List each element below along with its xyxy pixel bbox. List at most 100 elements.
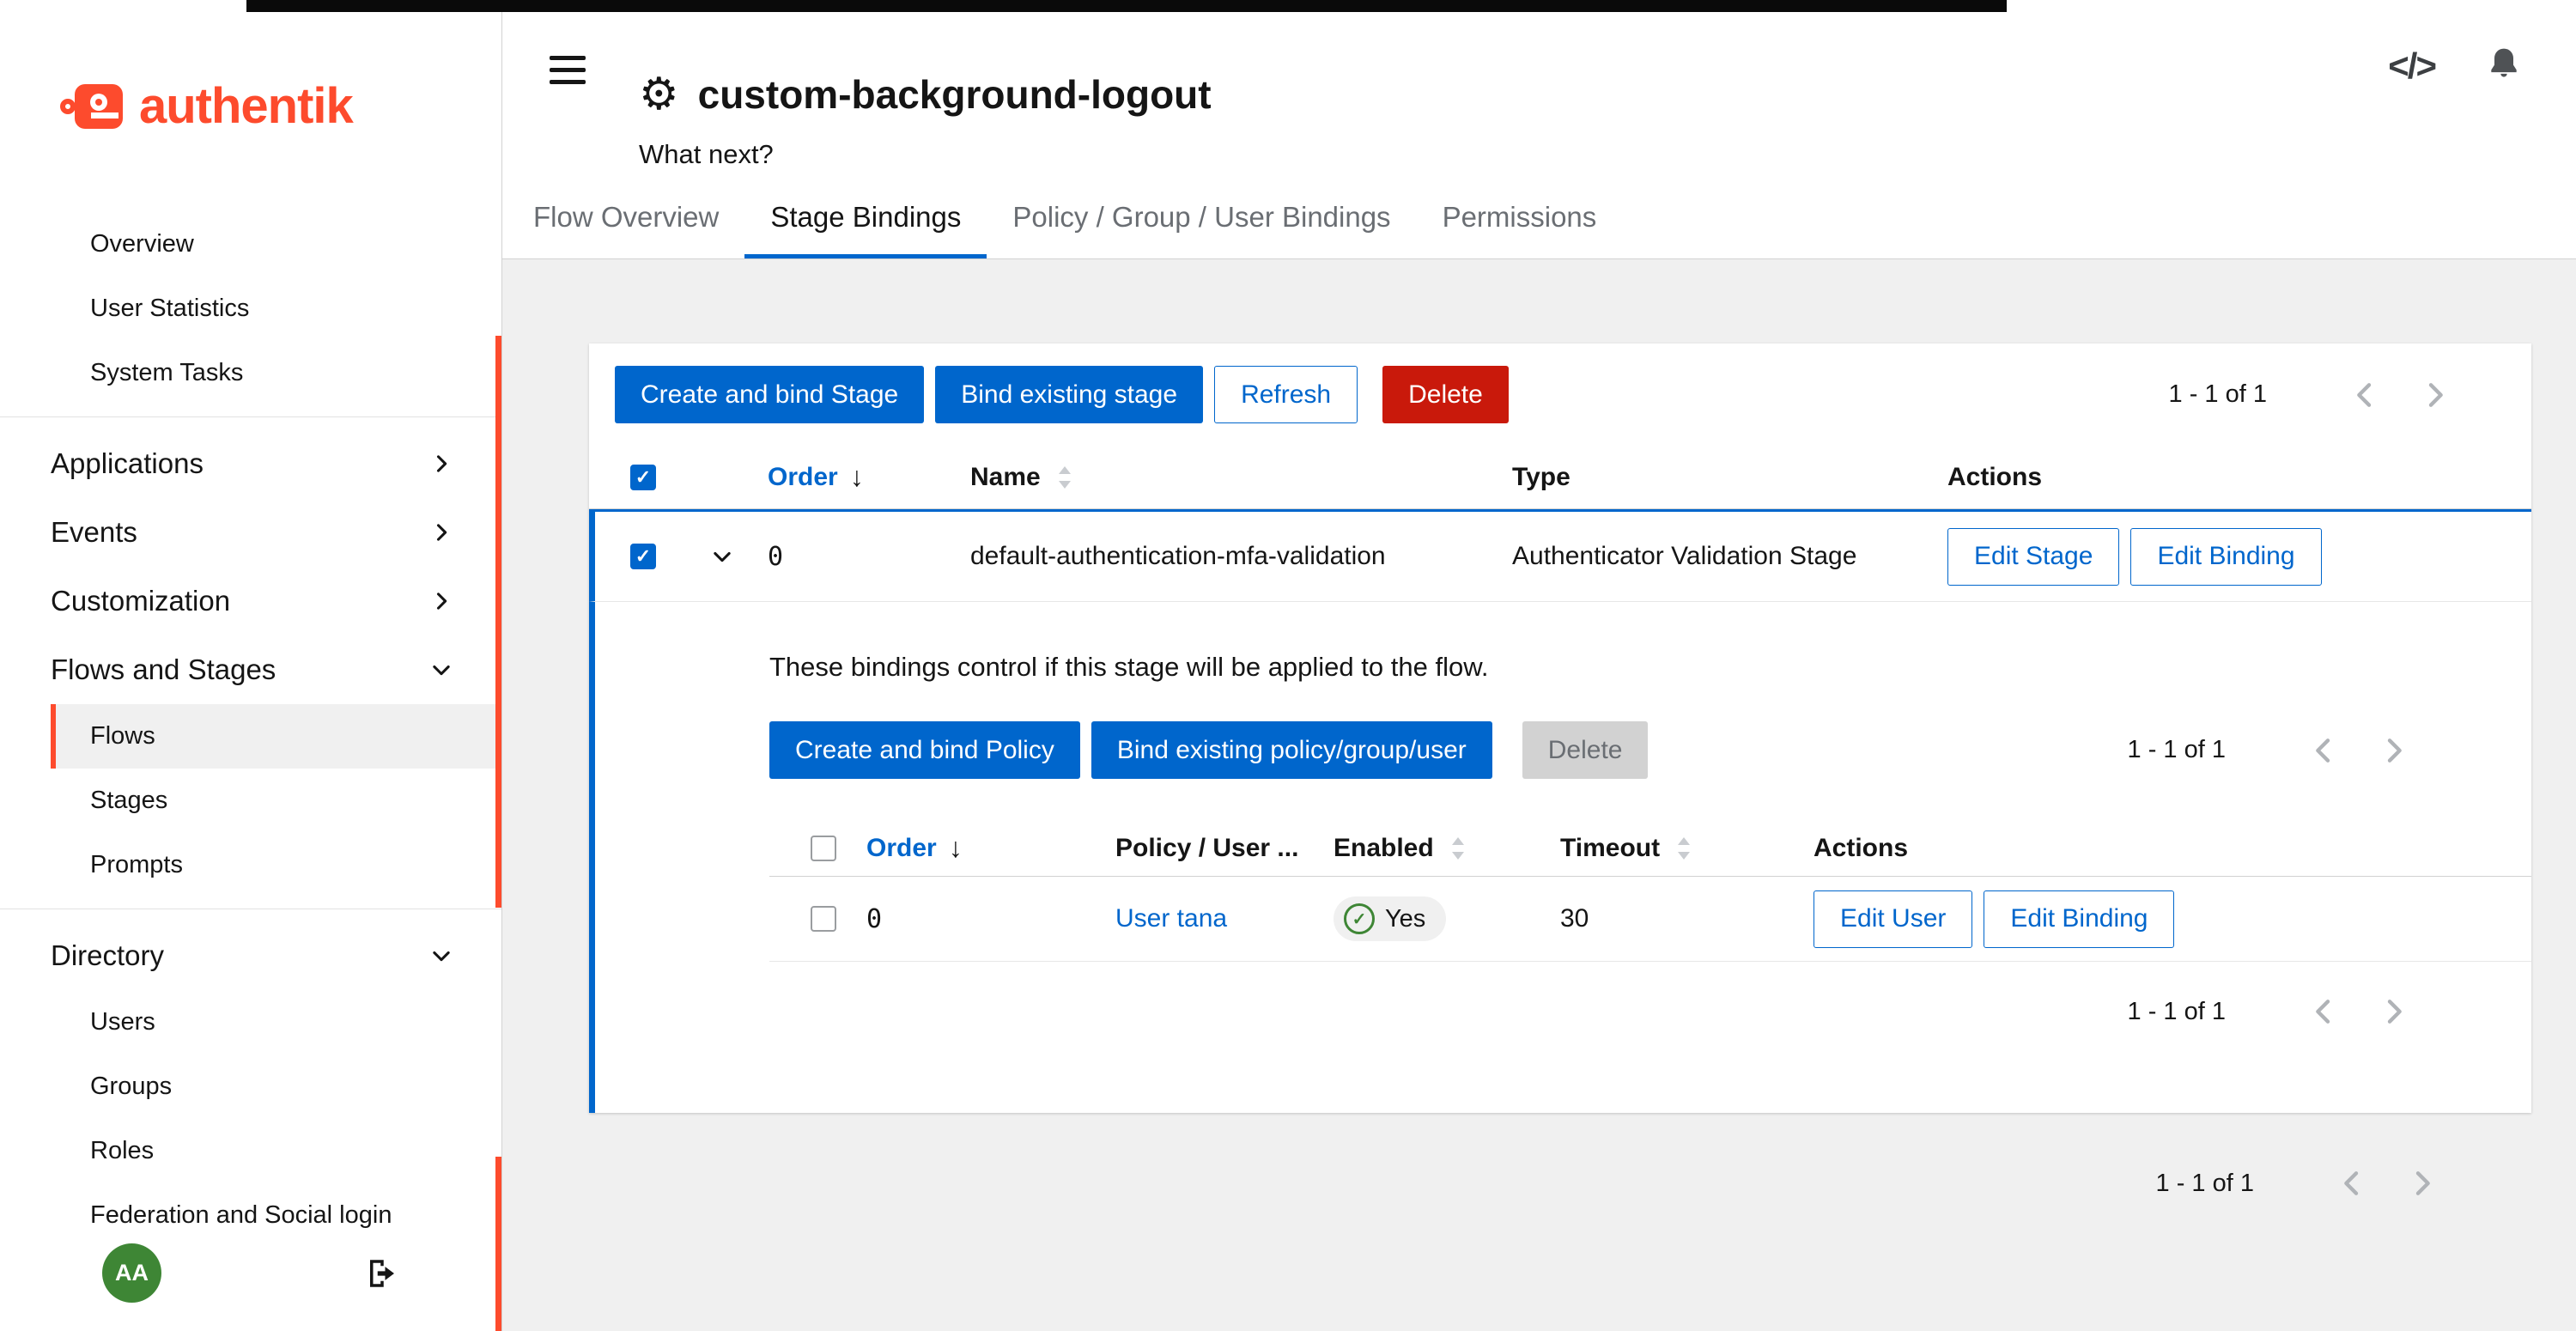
sidebar-item-user-statistics[interactable]: User Statistics [0,277,501,341]
policy-bindings-description: These bindings control if this stage wil… [769,652,2531,683]
sidebar-item-prompts[interactable]: Prompts [0,833,501,897]
refresh-button[interactable]: Refresh [1214,366,1358,423]
select-all-checkbox[interactable]: ✓ [811,836,836,861]
column-label: Order [768,463,838,492]
tab-stage-bindings[interactable]: Stage Bindings [744,201,987,258]
column-header-timeout[interactable]: Timeout [1560,834,1814,863]
divider [0,416,501,417]
edit-stage-button[interactable]: Edit Stage [1947,528,2119,586]
pagination-prev-icon[interactable] [2348,378,2382,412]
sidebar-nav: Overview User Statistics System Tasks Ap… [0,212,501,1248]
column-header-name[interactable]: Name [970,463,1512,492]
pagination-text: 1 - 1 of 1 [2169,380,2267,409]
page-title: custom-background-logout [698,73,1212,117]
pagination: 1 - 1 of 1 [2169,378,2452,412]
stage-table-header: ✓ Order ↓ Name Type Actions [589,446,2531,509]
sidebar-item-flows[interactable]: Flows [51,704,501,769]
sidebar-item-label: Prompts [90,851,183,879]
row-checkbox[interactable]: ✓ [811,906,836,932]
create-and-bind-stage-button[interactable]: Create and bind Stage [615,366,924,423]
pagination-next-icon[interactable] [2377,733,2411,768]
sidebar-item-federation-and-social-login[interactable]: Federation and Social login [0,1183,501,1248]
edit-binding-button[interactable]: Edit Binding [1984,890,2174,948]
pagination: 1 - 1 of 1 [2128,733,2411,768]
row-expander-icon[interactable] [710,544,768,568]
sidebar-item-label: Groups [90,1073,172,1101]
pagination-prev-icon[interactable] [2335,1166,2369,1200]
column-label: Order [866,834,937,863]
create-and-bind-policy-button[interactable]: Create and bind Policy [769,721,1080,779]
select-all-checkbox[interactable]: ✓ [630,465,656,490]
enabled-status-badge: ✓ Yes [1334,896,1446,941]
pagination-next-icon[interactable] [2377,994,2411,1029]
sidebar-section-applications[interactable]: Applications [0,429,501,498]
expanded-policy-bindings: These bindings control if this stage wil… [589,602,2531,1113]
window-title-bar [246,0,2007,12]
sidebar: authentik Overview User Statistics Syste… [0,12,502,1331]
delete-button[interactable]: Delete [1382,366,1509,423]
pagination-next-icon[interactable] [2405,1166,2439,1200]
sidebar-item-groups[interactable]: Groups [0,1054,501,1119]
row-name-value: default-authentication-mfa-validation [970,542,1512,571]
edit-binding-button[interactable]: Edit Binding [2130,528,2321,586]
chevron-right-icon [429,452,453,476]
chevron-down-icon [429,658,453,682]
column-header-policy-user: Policy / User ... [1115,834,1334,863]
column-header-order[interactable]: Order ↓ [866,832,1115,864]
sidebar-section-flows-and-stages[interactable]: Flows and Stages [0,635,501,704]
sidebar-item-label: Federation and Social login [90,1201,392,1230]
sidebar-section-directory[interactable]: Directory [0,921,501,990]
column-label: Policy / User ... [1115,834,1298,863]
stage-bindings-toolbar: Create and bind Stage Bind existing stag… [589,343,2531,446]
sidebar-item-label: Overview [90,230,194,258]
pagination-next-icon[interactable] [2418,378,2452,412]
sidebar-item-roles[interactable]: Roles [0,1119,501,1183]
policy-binding-row: ✓ 0 User tana ✓ Yes 30 [769,877,2531,962]
sidebar-item-system-tasks[interactable]: System Tasks [0,341,501,405]
sidebar-item-overview[interactable]: Overview [0,212,501,277]
pagination-prev-icon[interactable] [2306,733,2341,768]
sidebar-section-events[interactable]: Events [0,498,501,567]
row-checkbox[interactable]: ✓ [630,544,656,569]
tab-policy-group-user-bindings[interactable]: Policy / Group / User Bindings [987,201,1416,258]
column-label: Enabled [1334,834,1434,863]
column-label: Timeout [1560,834,1660,863]
avatar[interactable]: AA [102,1243,161,1303]
enabled-status-text: Yes [1385,905,1425,933]
column-header-type: Type [1512,463,1947,492]
column-header-actions: Actions [1947,463,2531,492]
authentik-logo[interactable]: authentik [60,65,501,147]
sidebar-item-users[interactable]: Users [0,990,501,1054]
bind-existing-stage-button[interactable]: Bind existing stage [935,366,1203,423]
logout-icon[interactable] [364,1255,400,1291]
process-automation-icon: ⚙ [639,72,679,117]
column-header-order[interactable]: Order ↓ [768,461,970,493]
sort-icon [1674,836,1694,861]
policy-table-header: ✓ Order ↓ Policy / User ... Enabled [769,820,2531,877]
policy-delete-button[interactable]: Delete [1522,721,1649,779]
row-order-value: 0 [866,904,1115,934]
tab-flow-overview[interactable]: Flow Overview [507,201,744,258]
column-header-enabled[interactable]: Enabled [1334,834,1560,863]
check-icon: ✓ [635,547,651,566]
page-header: ⚙ custom-background-logout What next? </… [502,12,2576,259]
sidebar-scrollbar[interactable] [495,336,501,908]
stage-bindings-card: Create and bind Stage Bind existing stag… [589,343,2531,1113]
api-code-icon[interactable]: </> [2388,46,2435,87]
pagination-prev-icon[interactable] [2306,994,2341,1029]
bind-existing-policy-group-user-button[interactable]: Bind existing policy/group/user [1091,721,1492,779]
sidebar-section-label: Events [51,516,137,549]
user-link[interactable]: User tana [1115,904,1227,933]
sort-icon [1448,836,1468,861]
chevron-right-icon [429,589,453,613]
notifications-bell-icon[interactable] [2485,45,2523,87]
pagination: 1 - 1 of 1 [769,994,2411,1029]
tab-permissions[interactable]: Permissions [1417,201,1623,258]
hamburger-menu-icon[interactable] [550,48,586,92]
sidebar-item-label: System Tasks [90,359,243,387]
column-label: Name [970,463,1041,492]
check-circle-icon: ✓ [1344,903,1375,934]
sidebar-section-customization[interactable]: Customization [0,567,501,635]
edit-user-button[interactable]: Edit User [1814,890,1972,948]
sidebar-item-stages[interactable]: Stages [0,769,501,833]
